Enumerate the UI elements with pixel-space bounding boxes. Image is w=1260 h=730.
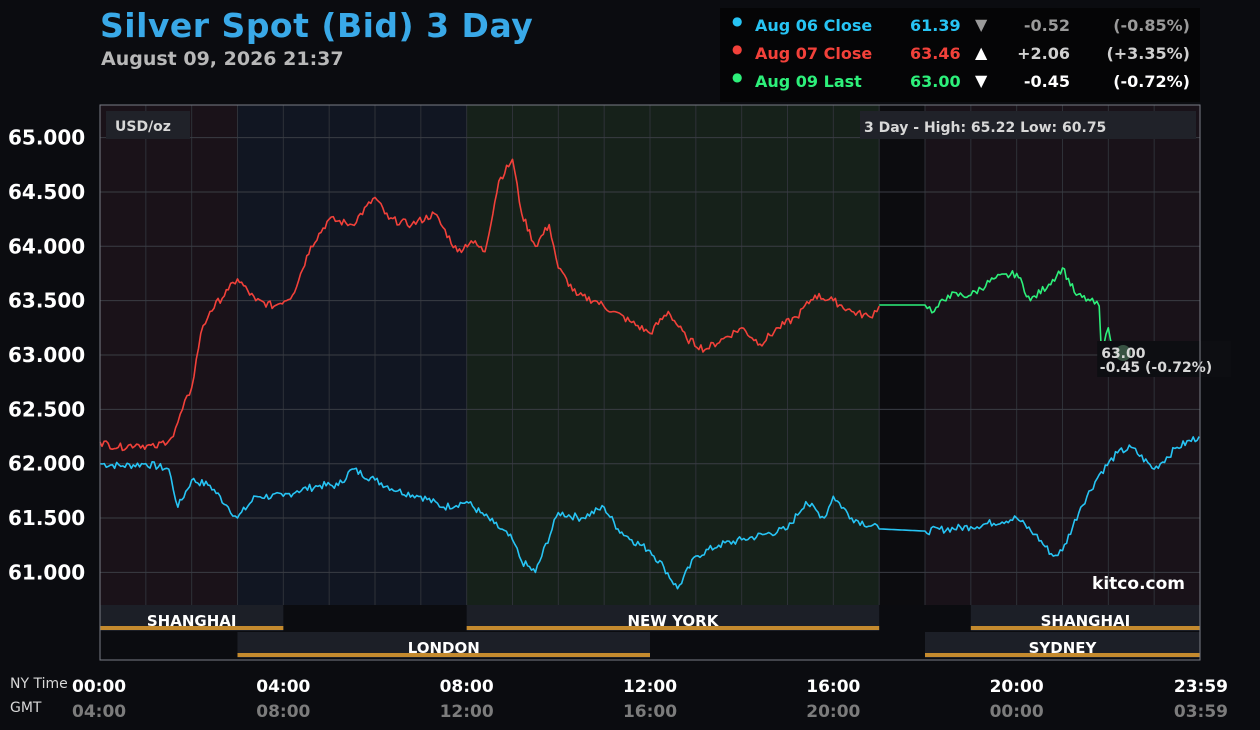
x-tick-label-ny: 16:00 bbox=[806, 677, 860, 697]
y-tick-label: 61.000 bbox=[8, 560, 85, 584]
price-chart: 65.000 64.500 64.000 63.500 63.000 62.500 62.0… bbox=[8, 104, 1232, 722]
y-tick-label: 64.500 bbox=[8, 180, 85, 204]
session-label: SHANGHAI bbox=[147, 612, 237, 630]
watermark-logo: kitco.com bbox=[1092, 574, 1185, 594]
range-note: 3 Day - High: 65.22 Low: 60.75 bbox=[864, 120, 1106, 136]
y-tick-label: 62.000 bbox=[8, 452, 85, 476]
x-tick-label-gmt: 08:00 bbox=[256, 702, 310, 722]
session-label: SHANGHAI bbox=[1041, 612, 1131, 630]
x-tick-label-ny: 23:59 bbox=[1174, 677, 1228, 697]
x-tick-label-gmt: 20:00 bbox=[806, 702, 860, 722]
session-label: LONDON bbox=[408, 639, 480, 657]
x-tick-label-ny: 08:00 bbox=[440, 677, 494, 697]
y-tick-label: 63.500 bbox=[8, 289, 85, 313]
last-change-label: -0.45 (-0.72%) bbox=[1100, 360, 1212, 376]
x-tick-label-gmt: 00:00 bbox=[990, 702, 1044, 722]
x-tick-label-gmt: 04:00 bbox=[72, 702, 126, 722]
x-tick-label-ny: 04:00 bbox=[256, 677, 310, 697]
unit-label: USD/oz bbox=[115, 119, 171, 135]
y-tick-label: 65.000 bbox=[8, 126, 85, 150]
y-tick-label: 62.500 bbox=[8, 397, 85, 421]
x-axis-ny-label: NY Time bbox=[10, 676, 68, 692]
y-tick-label: 61.500 bbox=[8, 506, 85, 530]
x-tick-label-ny: 00:00 bbox=[72, 677, 126, 697]
session-label: SYDNEY bbox=[1029, 639, 1098, 657]
x-axis-gmt-label: GMT bbox=[10, 700, 42, 716]
x-tick-label-gmt: 03:59 bbox=[1174, 702, 1228, 722]
x-tick-label-gmt: 16:00 bbox=[623, 702, 677, 722]
session-label: NEW YORK bbox=[628, 612, 720, 630]
x-tick-label-ny: 20:00 bbox=[990, 677, 1044, 697]
x-tick-label-gmt: 12:00 bbox=[440, 702, 494, 722]
y-tick-label: 64.000 bbox=[8, 234, 85, 258]
y-tick-label: 63.000 bbox=[8, 343, 85, 367]
x-tick-label-ny: 12:00 bbox=[623, 677, 677, 697]
